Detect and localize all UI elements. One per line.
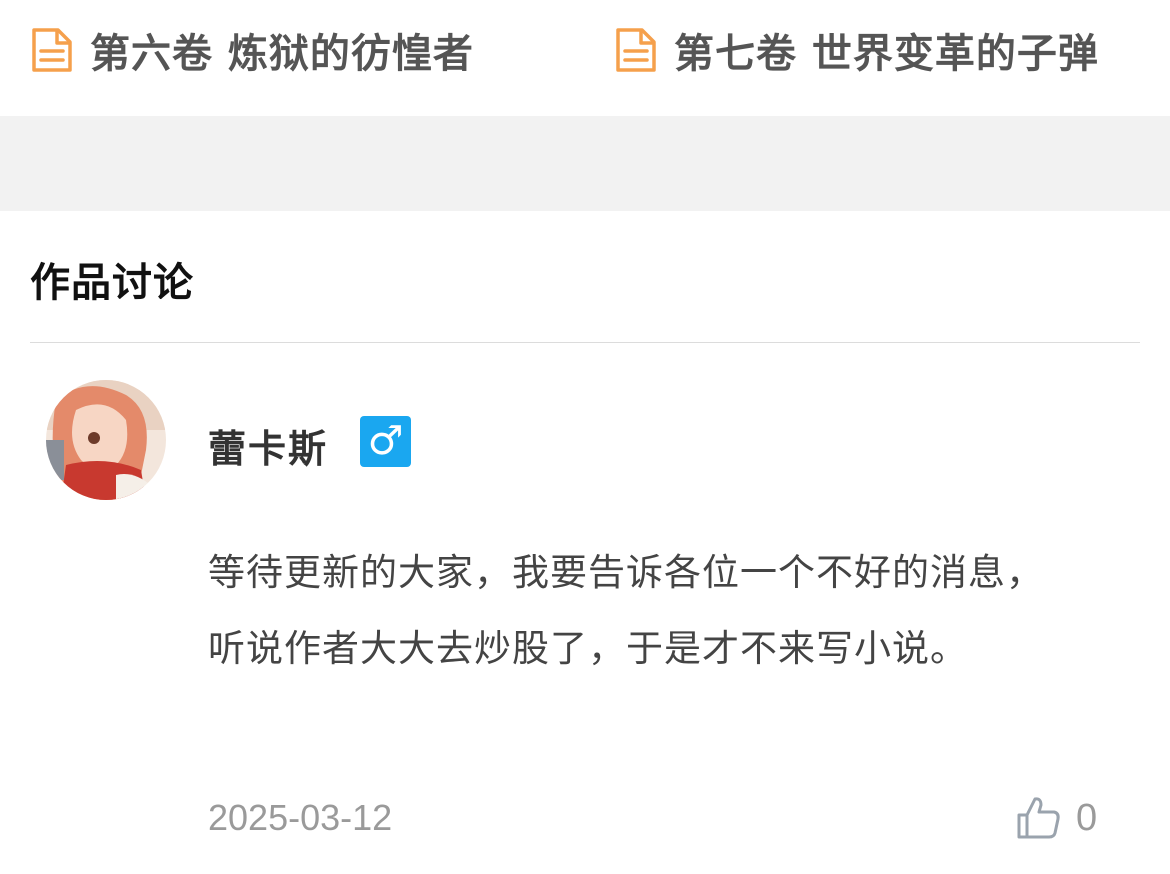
comment-date: 2025-03-12 [208, 797, 393, 838]
thumbs-up-icon [1017, 797, 1060, 839]
male-gender-icon: ♂ [360, 416, 411, 467]
volume-title: 第六卷 炼狱的彷惶者 [90, 31, 474, 77]
username[interactable]: 蕾卡斯 [208, 418, 328, 473]
avatar[interactable] [46, 380, 166, 500]
like-button[interactable]: 0 [1016, 795, 1097, 841]
volume-title: 第七卷 世界变革的子弹 [674, 31, 1099, 77]
volume-item-6[interactable]: 第六卷 炼狱的彷惶者 [30, 22, 474, 78]
like-count: 0 [1076, 796, 1098, 839]
section-title: 作品讨论 [30, 260, 194, 306]
section-separator [0, 116, 1170, 211]
volume-item-7[interactable]: 第七卷 世界变革的子弹 [614, 22, 1099, 78]
divider [30, 342, 1140, 343]
document-icon [32, 28, 72, 72]
document-icon [616, 28, 656, 72]
comment-text: 等待更新的大家，我要告诉各位一个不好的消息，听说作者大大去炒股了，于是才不来写小… [208, 551, 1044, 670]
volume-list: 第六卷 炼狱的彷惶者 第七卷 世界变革的子弹 [0, 0, 1170, 116]
